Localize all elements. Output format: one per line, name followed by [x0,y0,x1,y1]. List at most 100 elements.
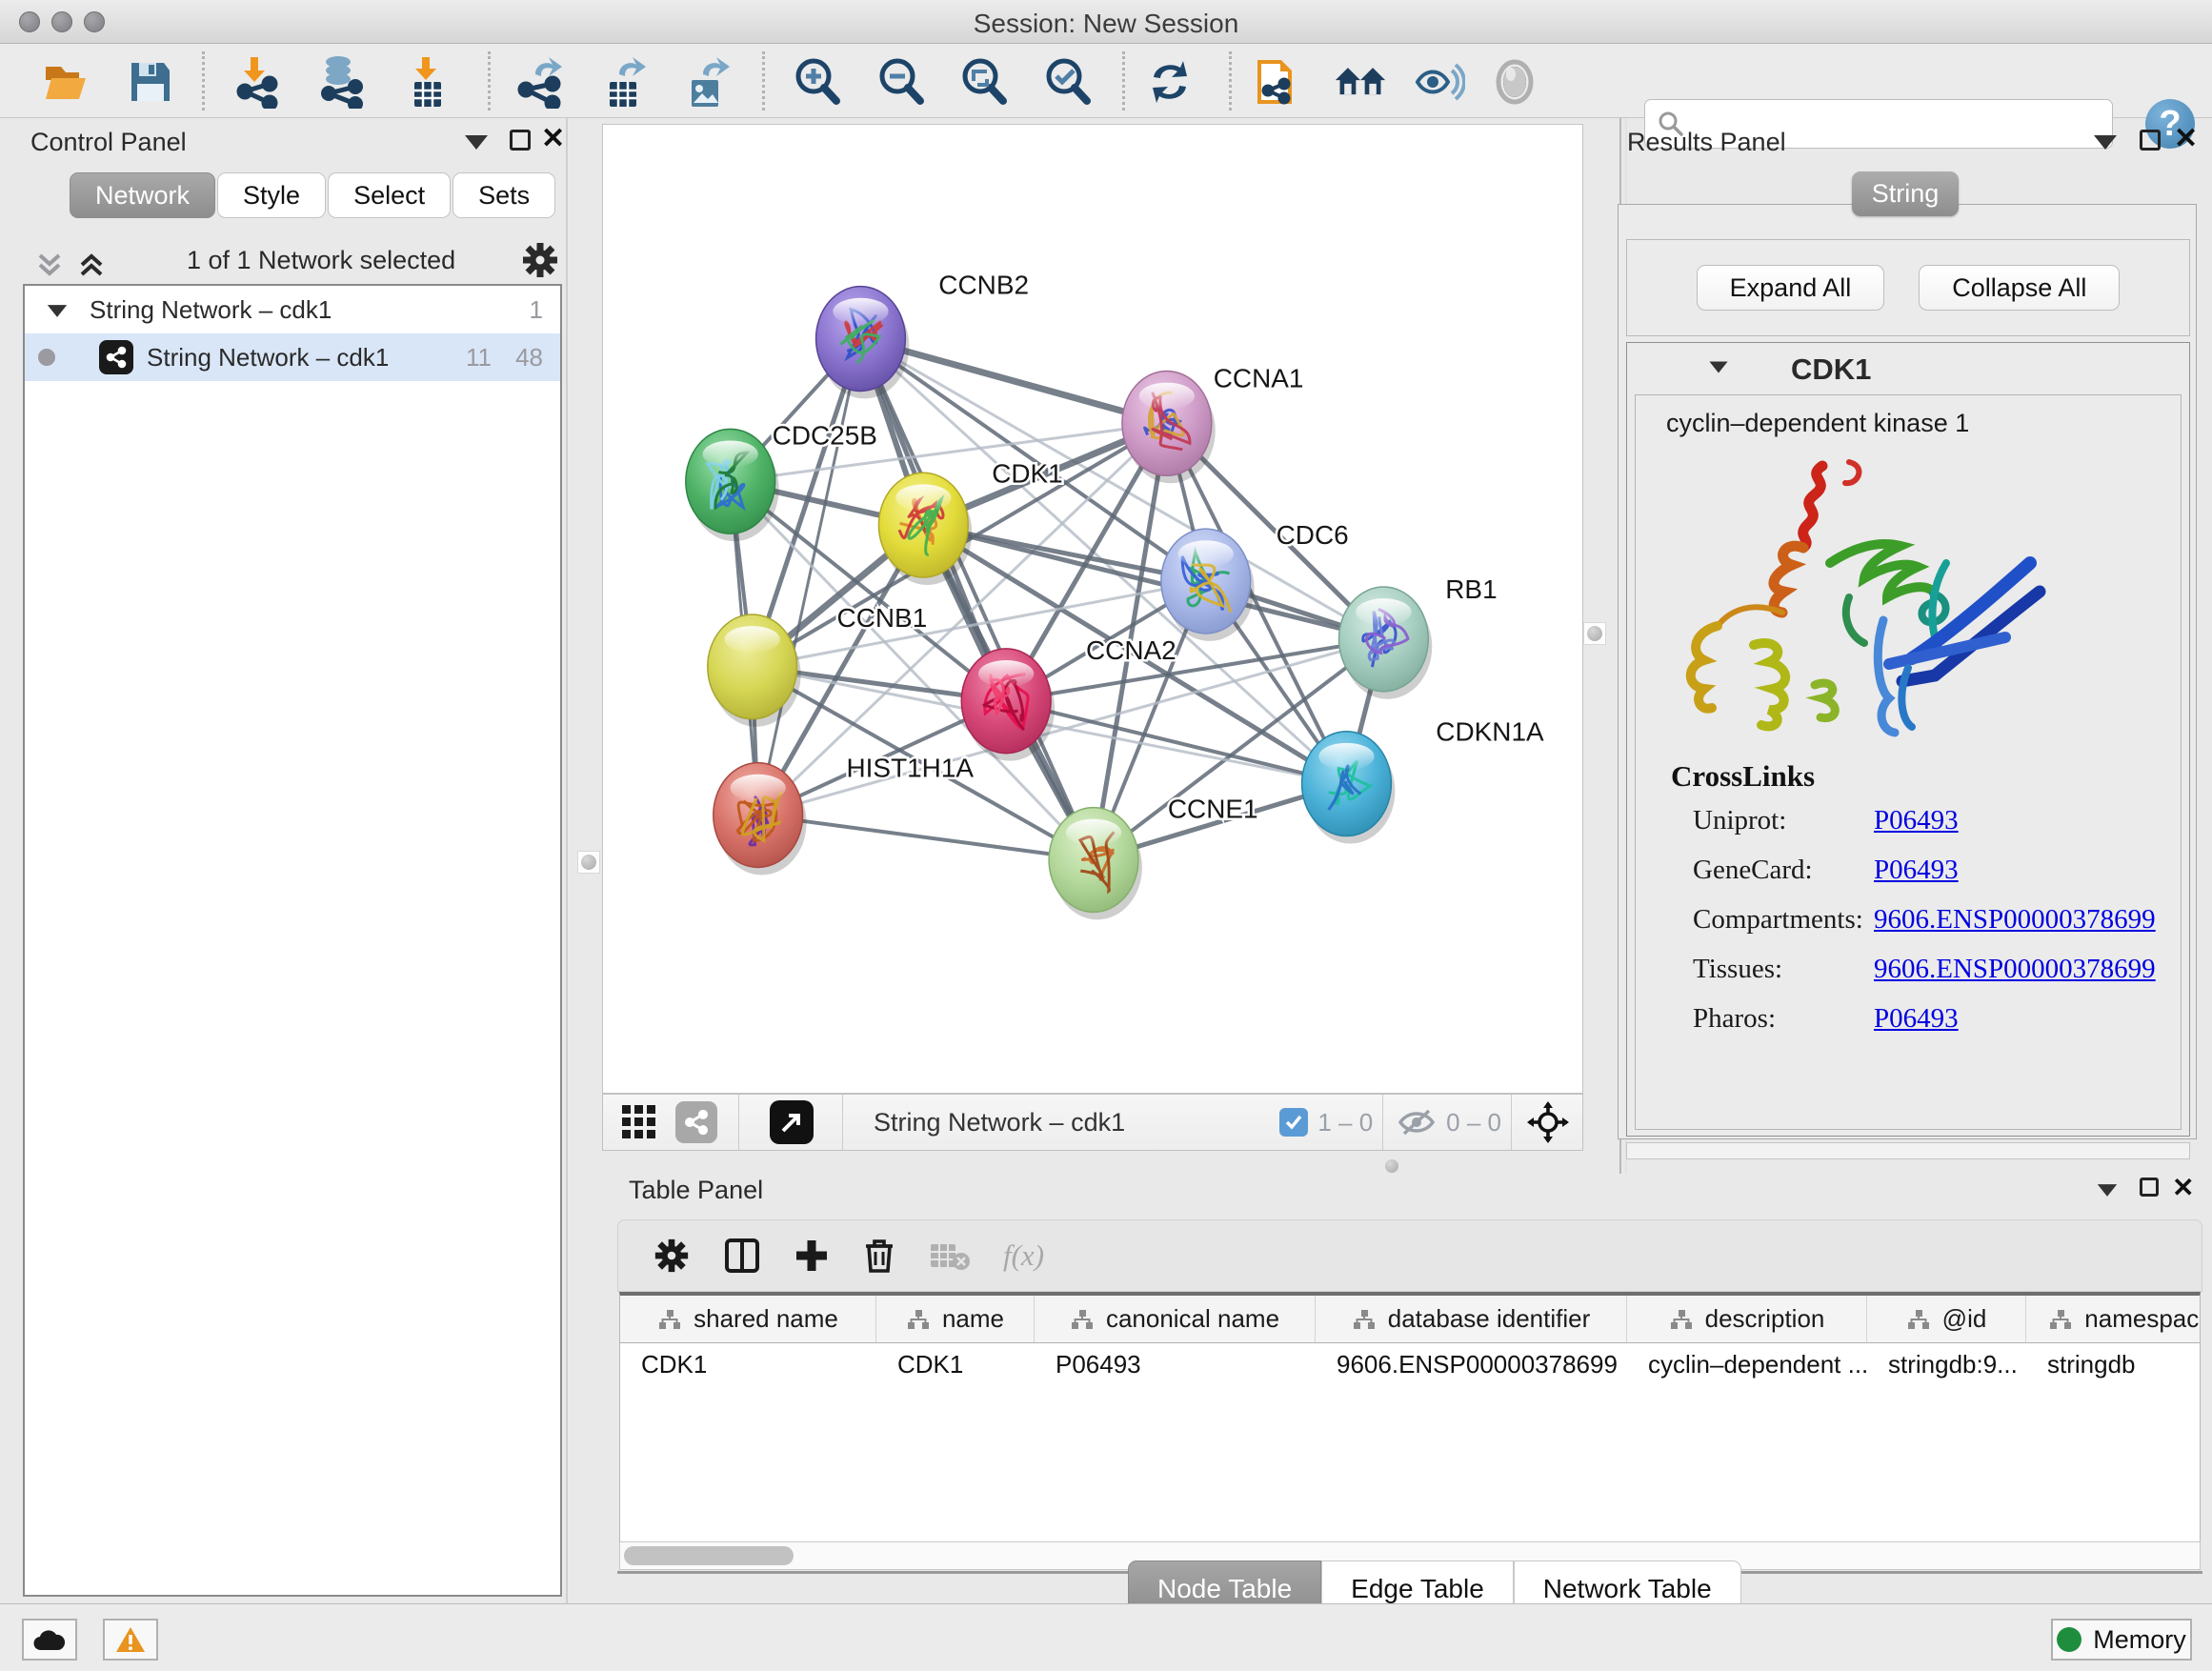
collapse-all-button[interactable]: Collapse All [1919,265,2120,311]
zoom-in-icon[interactable] [791,55,844,109]
table-panel-close-icon[interactable]: ✕ [2172,1172,2194,1203]
network-collection-row[interactable]: String Network – cdk1 1 [25,286,560,333]
warning-button[interactable] [103,1619,158,1661]
export-image-icon[interactable] [680,55,734,109]
network-options-gear-icon[interactable] [520,240,560,280]
open-session-icon[interactable] [40,55,93,109]
birds-eye-toggle-icon[interactable] [618,1101,660,1143]
results-panel-float-icon[interactable] [2140,130,2161,155]
node-RB1[interactable] [1338,587,1432,699]
import-table-icon[interactable] [400,55,453,109]
import-network-file-icon[interactable] [231,55,284,109]
crosslink-link[interactable]: P06493 [1874,805,1959,836]
collapse-all-networks-icon[interactable] [34,250,65,280]
control-panel-close-icon[interactable]: ✕ [541,122,565,155]
table-panel-title: Table Panel [629,1176,763,1205]
cell-name[interactable]: CDK1 [876,1343,1035,1385]
network-selection-status: 1 of 1 Network selected [187,246,455,275]
table-settings-gear-icon[interactable] [653,1237,691,1275]
string-style-icon[interactable] [1412,55,1465,109]
column-header-canonical-name[interactable]: canonical name [1035,1296,1316,1342]
fit-content-crosshair-icon[interactable] [1527,1101,1569,1143]
hidden-eye-icon[interactable] [1397,1105,1437,1139]
apply-layout-icon[interactable] [1143,55,1196,109]
gene-collapse-icon[interactable] [1707,360,1730,379]
table-panel-float-icon[interactable] [2140,1178,2159,1201]
expand-all-networks-icon[interactable] [76,250,107,280]
glass-ball-style-icon[interactable] [1488,55,1541,109]
delete-column-icon[interactable] [862,1237,896,1275]
network-row[interactable]: String Network – cdk1 11 48 [25,333,560,381]
results-panel-scrollbar[interactable] [1626,1142,2190,1159]
network-canvas[interactable]: CCNB2CCNA1CDC25BCDK1CDC6RB1CCNB1CCNA2CDK… [602,124,1583,1094]
tab-network[interactable]: Network [70,172,215,218]
zoom-out-icon[interactable] [875,55,928,109]
results-panel-close-icon[interactable]: ✕ [2174,122,2198,155]
string-home-icon[interactable] [1334,55,1387,109]
column-header-database-identifier[interactable]: database identifier [1316,1296,1627,1342]
select-columns-icon[interactable] [723,1237,761,1275]
table-hscrollbar-thumb[interactable] [624,1546,794,1565]
node-CCNA1[interactable] [1122,371,1216,483]
cell--id[interactable]: stringdb:9... [1867,1343,2026,1385]
export-table-icon[interactable] [598,55,652,109]
table-panel-menu-icon[interactable] [2096,1183,2119,1202]
collection-expand-icon[interactable] [46,295,69,325]
node-CCNB2[interactable] [816,287,910,399]
left-splitter[interactable] [566,118,568,1603]
node-label-CCNA2: CCNA2 [1086,635,1176,665]
node-table[interactable]: shared namenamecanonical namedatabase id… [619,1292,2201,1541]
control-panel-menu-icon[interactable] [465,135,488,154]
share-network-icon[interactable] [675,1101,717,1143]
gene-section-header[interactable]: CDK1 [1627,349,2189,391]
node-CCNA2[interactable] [961,649,1055,761]
node-CDC6[interactable] [1161,529,1255,641]
selected-checkbox-icon[interactable] [1279,1108,1308,1137]
zoom-fit-icon[interactable] [957,55,1011,109]
tab-style[interactable]: Style [217,172,326,218]
node-CCNB1[interactable] [708,614,801,727]
crosslinks-title: CrossLinks [1671,759,1815,794]
tab-select[interactable]: Select [328,172,451,218]
add-column-icon[interactable] [794,1238,830,1274]
tab-string[interactable]: String [1852,171,1959,216]
crosslink-link[interactable]: P06493 [1874,855,1959,886]
node-CDKN1A[interactable] [1302,732,1396,844]
cell-canonical-name[interactable]: P06493 [1035,1343,1316,1385]
cell-database-identifier[interactable]: 9606.ENSP00000378699 [1316,1343,1627,1385]
cell-description[interactable]: cyclin–dependent ... [1627,1343,1867,1385]
table-row[interactable]: CDK1CDK1P064939606.ENSP00000378699cyclin… [620,1343,2200,1385]
node-CCNE1[interactable] [1049,808,1142,920]
column-header-namespace[interactable]: namespace [2026,1296,2201,1342]
open-in-new-window-icon[interactable] [770,1100,814,1144]
save-session-icon[interactable] [124,55,177,109]
delete-table-icon[interactable] [929,1238,971,1273]
cloud-status-button[interactable] [22,1619,77,1661]
function-builder-icon[interactable]: f(x) [1003,1238,1044,1273]
zoom-selected-icon[interactable] [1041,55,1095,109]
node-HIST1H1A[interactable] [714,763,807,876]
column-header--id[interactable]: @id [1867,1296,2026,1342]
left-splitter-handle[interactable] [577,851,600,874]
crosslink-link[interactable]: 9606.ENSP00000378699 [1874,904,2156,936]
crosslink-link[interactable]: 9606.ENSP00000378699 [1874,954,2156,985]
horizontal-splitter-handle[interactable] [1382,1157,1401,1176]
right-splitter-handle[interactable] [1583,622,1606,645]
export-network-icon[interactable] [514,55,568,109]
expand-all-button[interactable]: Expand All [1697,265,1885,311]
memory-status-dot [2057,1627,2081,1652]
import-network-database-icon[interactable] [314,55,368,109]
cell-namespace[interactable]: stringdb [2026,1343,2201,1385]
crosslink-link[interactable]: P06493 [1874,1003,1959,1035]
column-header-shared-name[interactable]: shared name [620,1296,876,1342]
results-panel-menu-icon[interactable] [2094,135,2117,154]
column-header-name[interactable]: name [876,1296,1035,1342]
cell-shared-name[interactable]: CDK1 [620,1343,876,1385]
node-CDK1[interactable] [878,473,972,585]
memory-button[interactable]: Memory [2051,1619,2192,1661]
control-panel-float-icon[interactable] [510,130,531,155]
tab-sets[interactable]: Sets [452,172,555,218]
string-protein-query-icon[interactable] [1253,55,1306,109]
column-header-description[interactable]: description [1627,1296,1867,1342]
node-label-RB1: RB1 [1445,574,1497,604]
